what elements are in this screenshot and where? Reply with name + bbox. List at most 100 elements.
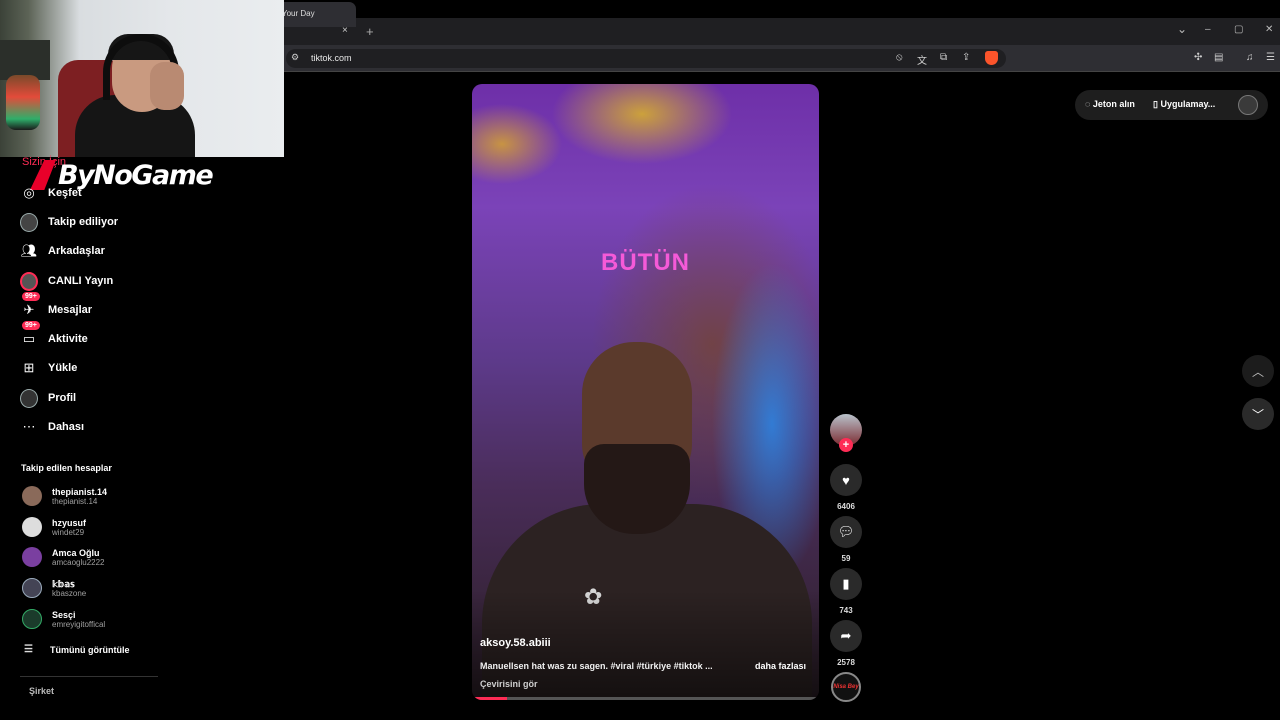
more-button[interactable]: daha fazlası xyxy=(755,661,806,671)
more-icon: ⋯ xyxy=(22,419,36,434)
video-person-beard xyxy=(584,444,690,534)
new-tab-button[interactable]: + xyxy=(366,24,374,39)
like-count: 6406 xyxy=(837,502,855,511)
sidebar-item-activity[interactable]: ▭ 99+ Aktivite xyxy=(20,321,88,350)
sidebar-item-label: Arkadaşlar xyxy=(48,245,105,257)
avatar xyxy=(22,486,42,506)
followed-account[interactable]: Amca Oğlu amcaoglu2222 xyxy=(22,545,104,569)
see-all-label: Tümünü görüntüle xyxy=(49,644,130,655)
sidebar-item-friends[interactable]: 👥︎ Arkadaşlar xyxy=(20,240,105,262)
sidebar-item-explore[interactable]: ◎ Keşfet xyxy=(20,182,82,204)
url-text[interactable]: tiktok.com xyxy=(311,53,352,63)
next-video-button[interactable]: ﹀ xyxy=(1242,398,1274,430)
tab-title: Your Day xyxy=(282,9,315,18)
webcam-overlay xyxy=(0,0,284,157)
share-action[interactable]: ➦ 2578 xyxy=(830,620,862,667)
bookmark-icon[interactable]: ▮ xyxy=(830,568,862,600)
video-caption: Manuellsen hat was zu sagen. #viral #tür… xyxy=(480,661,713,671)
account-id: amcaoglu2222 xyxy=(52,557,105,567)
account-id: emreyigitoffical xyxy=(52,619,106,629)
list-icon: ☰ xyxy=(24,644,33,655)
browser-tab[interactable]: Your Day xyxy=(276,2,356,27)
open-external-icon[interactable]: ⧉ xyxy=(940,52,947,63)
messages-icon: ✈ 99+ xyxy=(20,292,40,319)
user-avatar[interactable] xyxy=(1238,95,1258,115)
sidebar-item-following[interactable]: Takip ediliyor xyxy=(20,211,118,233)
menu-icon[interactable]: ☰ xyxy=(1266,52,1275,63)
previous-video-button[interactable]: ︿ xyxy=(1242,355,1274,387)
sidebar-item-profile[interactable]: Profil xyxy=(20,387,76,409)
media-icon[interactable]: ♫ xyxy=(1246,52,1254,63)
video-overlay-text: BÜTÜN xyxy=(601,249,690,276)
divider xyxy=(20,676,158,677)
site-info-icon[interactable]: ⚙ xyxy=(291,52,299,63)
avatar xyxy=(22,578,42,598)
screen: Your Day × + ⌄ – ▢ ✕ ⚙ tiktok.com ⦸ 文 ⧉ … xyxy=(0,0,1280,720)
translate-icon[interactable]: 文 xyxy=(917,52,927,67)
heart-icon[interactable]: ♥ xyxy=(830,464,862,496)
coins-label: Jeton alın xyxy=(1092,99,1135,109)
account-name: Sesçi xyxy=(52,609,76,620)
restore-icon[interactable]: ▢ xyxy=(1234,24,1243,35)
activity-badge: 99+ xyxy=(22,321,40,330)
profile-icon xyxy=(20,388,38,408)
video-progress[interactable] xyxy=(472,697,819,700)
video-progress-fill xyxy=(472,697,507,700)
account-id: thepianist.14 xyxy=(52,496,98,506)
sidebar-item-label: Takip ediliyor xyxy=(48,216,119,228)
brave-shield-icon[interactable] xyxy=(985,51,998,65)
video-author[interactable]: aksoy.58.abiii xyxy=(480,637,551,649)
followed-account[interactable]: Sesçi emreyigitoffical xyxy=(22,607,105,631)
activity-icon: ▭ 99+ xyxy=(20,321,40,348)
sidebar-item-more[interactable]: ⋯ Dahası xyxy=(20,416,85,438)
like-action[interactable]: ♥ 6406 xyxy=(830,464,862,511)
chevron-down-icon: ﹀ xyxy=(1251,407,1264,422)
no-track-icon[interactable]: ⦸ xyxy=(896,52,903,63)
followed-account[interactable]: thepianist.14 thepianist.14 xyxy=(22,484,107,508)
company-link[interactable]: Şirket xyxy=(29,686,54,696)
sidebar-item-label: Mesajlar xyxy=(48,304,93,316)
sidebar-item-label: Yükle xyxy=(48,362,78,374)
minimize-icon[interactable]: – xyxy=(1205,24,1211,35)
sidebar-item-messages[interactable]: ✈ 99+ Mesajlar xyxy=(20,292,93,321)
account-id: windet29 xyxy=(52,527,85,537)
tab-close-icon[interactable]: × xyxy=(342,25,348,36)
music-disc[interactable]: Nisa Bey xyxy=(831,672,861,702)
sidebar-toggle-icon[interactable]: ▤ xyxy=(1214,52,1223,63)
followed-account[interactable]: hzyusuf windet29 xyxy=(22,515,86,539)
sidebar-item-live[interactable]: CANLI Yayın xyxy=(20,270,113,292)
followed-account[interactable]: 𝕜𝕓𝕒𝕤 kbaszone xyxy=(22,576,86,600)
video-player[interactable]: ✿ BÜTÜN aksoy.58.abiii Manuellsen hat wa… xyxy=(472,84,819,700)
following-accounts-title: Takip edilen hesaplar xyxy=(21,463,112,473)
follow-button[interactable]: + xyxy=(839,438,853,452)
save-count: 743 xyxy=(839,606,853,615)
avatar xyxy=(22,609,42,629)
get-coins-button[interactable]: ◌ Jeton alın xyxy=(1085,99,1135,109)
get-app-button[interactable]: ▯ Uygulamay... xyxy=(1153,99,1215,110)
tab-list-icon[interactable]: ⌄ xyxy=(1177,22,1187,36)
sidebar-item-label: Aktivite xyxy=(48,333,88,345)
save-action[interactable]: ▮ 743 xyxy=(830,568,862,615)
see-all-button[interactable]: ☰ Tümünü görüntüle xyxy=(24,644,129,655)
extensions-icon[interactable]: ✣ xyxy=(1194,52,1202,63)
message-badge: 99+ xyxy=(22,292,40,301)
account-name: thepianist.14 xyxy=(52,486,108,497)
friends-icon: 👥︎ xyxy=(20,243,38,258)
avatar xyxy=(22,547,42,567)
sidebar-item-upload[interactable]: ⊞ Yükle xyxy=(20,357,78,379)
comment-action[interactable]: 💬︎ 59 xyxy=(830,516,862,563)
comment-icon[interactable]: 💬︎ xyxy=(830,516,862,548)
cam-person-hand xyxy=(150,62,184,110)
account-id: kbaszone xyxy=(52,588,87,598)
account-name: hzyusuf xyxy=(52,517,87,528)
share-arrow-icon[interactable]: ➦ xyxy=(830,620,862,652)
translate-button[interactable]: Çevirisini gör xyxy=(480,679,538,689)
share-count: 2578 xyxy=(837,658,855,667)
close-window-icon[interactable]: ✕ xyxy=(1265,24,1273,35)
share-icon[interactable]: ⇪ xyxy=(962,52,970,63)
upload-icon: ⊞ xyxy=(23,360,35,375)
sidebar-item-label: Keşfet xyxy=(48,187,82,199)
account-name: 𝕜𝕓𝕒𝕤 xyxy=(52,578,75,589)
compass-icon: ◎ xyxy=(23,185,35,200)
cam-light xyxy=(6,75,40,130)
